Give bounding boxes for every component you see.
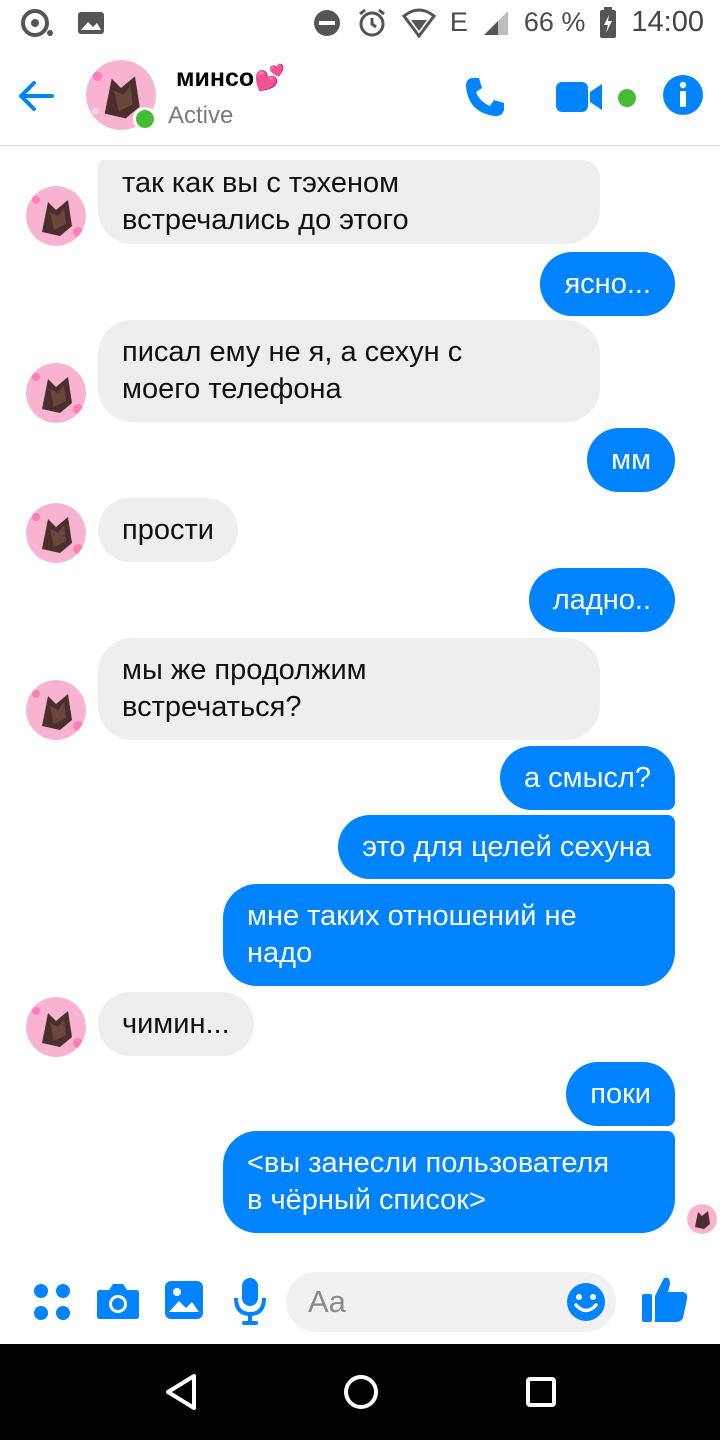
message-incoming[interactable]: чимин... <box>98 992 254 1056</box>
contact-name[interactable]: минсо💕 <box>176 64 285 93</box>
thumbs-up-icon[interactable] <box>640 1274 690 1324</box>
wifi-icon <box>401 8 436 38</box>
message-outgoing[interactable]: <вы занесли пользователя в чёрный список… <box>223 1131 675 1233</box>
back-arrow-icon[interactable] <box>16 76 56 116</box>
do-not-disturb-icon <box>313 9 340 36</box>
message-outgoing[interactable]: ясно... <box>540 252 675 316</box>
circle-home-icon[interactable] <box>342 1372 380 1412</box>
clock: 14:00 <box>631 6 704 38</box>
chat-header: минсо💕 Active <box>0 50 720 146</box>
message-incoming[interactable]: мы же продолжим встречаться? <box>98 638 600 740</box>
info-icon[interactable] <box>662 74 704 116</box>
message-incoming[interactable]: так как вы с тэхеном встречались до этог… <box>98 160 600 244</box>
contact-avatar <box>26 680 86 740</box>
video-camera-icon[interactable] <box>556 80 604 114</box>
battery-percent: 66 % <box>523 7 586 37</box>
signal-icon <box>483 10 508 35</box>
message-input[interactable]: Aa <box>286 1272 616 1332</box>
message-composer: Aa <box>0 1258 720 1344</box>
status-bar: E 66 % 14:00 <box>0 0 720 50</box>
contact-avatar <box>26 363 86 423</box>
message-outgoing[interactable]: поки <box>566 1062 675 1126</box>
phone-icon[interactable] <box>462 74 508 120</box>
message-outgoing[interactable]: мм <box>587 428 675 492</box>
seen-indicator-avatar <box>687 1204 717 1234</box>
message-outgoing[interactable]: а смысл? <box>499 746 675 810</box>
video-active-indicator <box>618 89 636 107</box>
message-outgoing[interactable]: мне таких отношений не надо <box>223 884 675 986</box>
alarm-icon <box>358 8 385 36</box>
online-indicator <box>133 107 157 131</box>
message-outgoing[interactable]: ладно.. <box>528 568 675 632</box>
battery-icon <box>600 6 617 38</box>
contact-avatar <box>26 186 86 246</box>
gallery-notification-icon <box>78 12 104 34</box>
four-dots-icon[interactable] <box>32 1282 72 1322</box>
microphone-icon[interactable] <box>232 1276 268 1326</box>
network-type: E <box>449 7 468 37</box>
camera-icon[interactable] <box>96 1282 140 1320</box>
message-input-placeholder: Aa <box>308 1284 346 1319</box>
message-incoming[interactable]: прости <box>98 498 238 562</box>
message-incoming[interactable]: писал ему не я, а сехун с моего телефона <box>98 320 600 422</box>
square-recents-icon[interactable] <box>524 1372 558 1412</box>
contact-avatar <box>26 503 86 563</box>
notification-icon <box>21 9 53 37</box>
image-icon[interactable] <box>164 1280 204 1320</box>
system-nav-bar <box>0 1344 720 1440</box>
triangle-back-icon[interactable] <box>164 1372 198 1412</box>
emoji-icon[interactable] <box>566 1282 606 1322</box>
contact-status: Active <box>168 102 234 129</box>
contact-avatar <box>26 997 86 1057</box>
message-outgoing[interactable]: это для целей сехуна <box>338 815 675 879</box>
